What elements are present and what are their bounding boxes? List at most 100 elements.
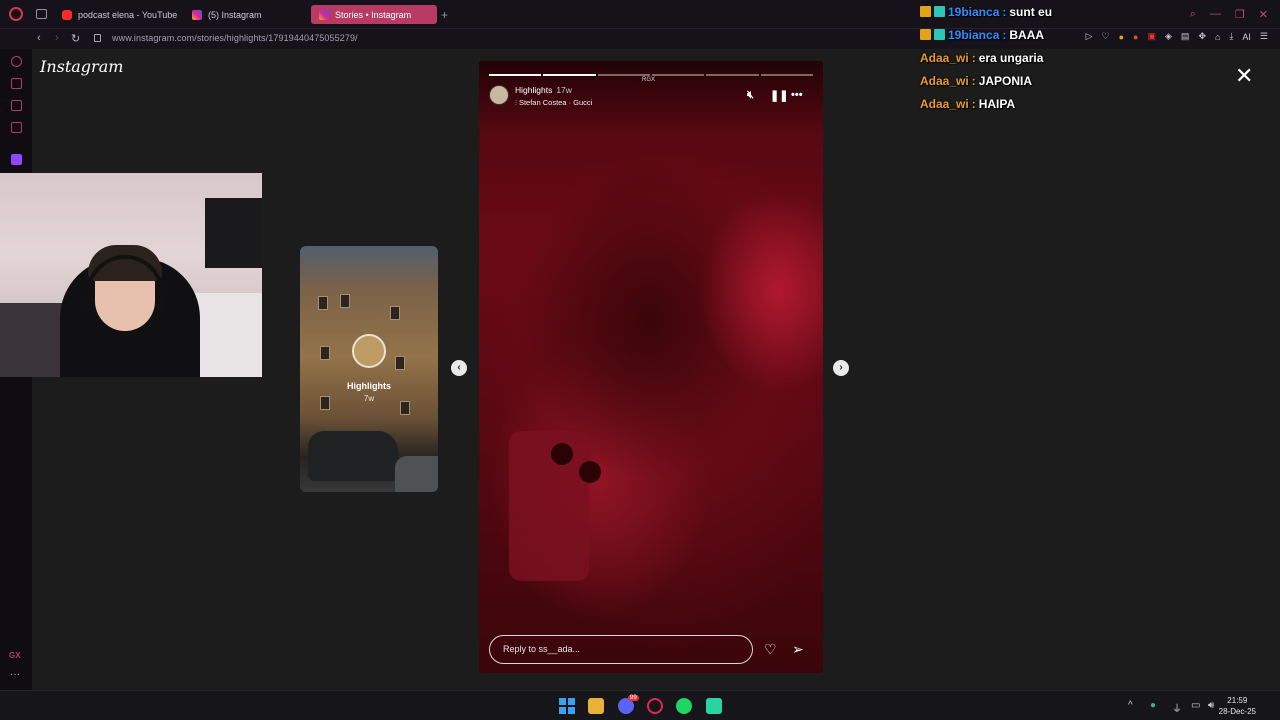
ai-icon[interactable]: AI <box>1242 32 1251 42</box>
pause-icon[interactable]: ❚❚ <box>770 89 788 102</box>
reply-input[interactable]: Reply to ss__ada... <box>489 635 753 664</box>
previous-story-preview[interactable]: Highlights 7w <box>300 246 438 492</box>
story-watermark: RGX <box>642 77 656 83</box>
chat-colon: : <box>1002 4 1007 19</box>
opera-gx-icon[interactable] <box>647 698 663 714</box>
send-icon[interactable]: ➢ <box>792 641 804 658</box>
extension-icon[interactable]: ● <box>1133 32 1138 42</box>
chat-text: sunt eu <box>1009 4 1053 19</box>
gx-label: GX <box>9 651 21 660</box>
story-avatar[interactable] <box>489 85 509 105</box>
chat-message: 19bianca: BAAA <box>920 23 1120 46</box>
tray-app-icon[interactable]: ● <box>1150 700 1156 711</box>
twitch-icon[interactable] <box>11 154 22 165</box>
like-heart-icon[interactable]: ♡ <box>764 641 777 658</box>
camera-lens <box>551 443 573 465</box>
chat-text: era ungaria <box>978 50 1044 65</box>
minimize-icon[interactable]: — <box>1210 8 1221 21</box>
gx-control-icon[interactable] <box>11 56 22 67</box>
story-username[interactable]: Highlights <box>515 85 552 95</box>
progress-fill <box>489 74 542 76</box>
file-explorer-icon[interactable] <box>588 698 604 714</box>
instagram-logo[interactable]: Instagram <box>40 57 123 76</box>
lock-icon[interactable]: ⌂ <box>1215 32 1220 42</box>
highlight-title: Highlights <box>347 381 391 391</box>
chat-message: Adaa_wi: JAPONIA <box>920 69 1120 92</box>
network-icon[interactable]: ▭ <box>1191 700 1200 711</box>
back-icon[interactable]: ‹ <box>37 32 41 44</box>
chat-message: Adaa_wi: era ungaria <box>920 46 1120 69</box>
tab-label: (5) Instagram <box>208 9 262 20</box>
progress-segment <box>706 74 759 76</box>
more-options-icon[interactable]: ••• <box>791 89 803 101</box>
highlight-avatar <box>352 334 386 368</box>
tab-label: Stories • Instagram <box>335 9 412 20</box>
tab-islands-icon[interactable] <box>36 9 47 19</box>
download-icon[interactable]: ⤓ <box>1229 31 1233 42</box>
reload-icon[interactable]: ↻ <box>71 32 80 45</box>
calendar-extension-icon[interactable]: ▣ <box>1147 31 1156 42</box>
clock-time: 21:59 <box>1227 696 1248 705</box>
tray-overflow-icon[interactable]: ^ <box>1128 700 1133 711</box>
maximize-icon[interactable]: ❐ <box>1235 8 1245 21</box>
sub-badge-icon <box>934 6 945 17</box>
tab-label: podcast elena - YouTube <box>78 9 178 20</box>
app-icon[interactable] <box>706 698 722 714</box>
chat-colon: : <box>971 50 976 65</box>
story-frame[interactable]: RGX Highlights 17w ⫶ Stefan Costea · Gucc… <box>479 61 823 673</box>
close-window-icon[interactable]: ✕ <box>1259 8 1268 21</box>
previous-story-arrow-icon[interactable]: ‹ <box>451 360 467 376</box>
new-tab-icon[interactable]: + <box>441 8 448 22</box>
sidebar-app-icon[interactable] <box>11 100 22 111</box>
progress-segment <box>760 74 813 76</box>
clock[interactable]: 21:59 28-Dec-25 <box>1219 695 1256 717</box>
opera-menu-icon[interactable] <box>9 7 23 21</box>
progress-segment <box>489 74 542 76</box>
story-music[interactable]: ⫶ Stefan Costea · Gucci <box>515 98 592 108</box>
preview-shade <box>300 246 438 492</box>
chat-username: 19bianca <box>948 4 1000 19</box>
chat-text: JAPONIA <box>978 73 1033 88</box>
chat-username: 19bianca <box>948 27 1000 42</box>
stream-chat-overlay: 19bianca: sunt eu 19bianca: BAAA Adaa_wi… <box>920 0 1120 115</box>
story-image <box>479 61 823 673</box>
microphone-icon[interactable]: ⏚ <box>1172 700 1182 715</box>
story-time: 17w <box>556 85 572 95</box>
lock-icon <box>94 34 101 42</box>
next-story-arrow-icon[interactable]: › <box>833 360 849 376</box>
tab-stories[interactable]: Stories • Instagram <box>311 5 437 24</box>
progress-fill <box>543 74 596 76</box>
window-controls: ⌕ — ❐ ✕ <box>1190 8 1268 21</box>
sidebar-app-icon[interactable] <box>11 78 22 89</box>
search-tabs-icon[interactable]: ⌕ <box>1190 8 1196 21</box>
menu-icon[interactable]: ☰ <box>1260 31 1268 42</box>
crown-badge-icon <box>920 29 931 40</box>
instagram-icon <box>192 9 202 20</box>
close-story-icon[interactable]: ✕ <box>1235 63 1253 89</box>
shield-icon[interactable]: ◈ <box>1165 31 1172 42</box>
progress-segment <box>651 74 705 76</box>
screen: podcast elena - YouTube (5) Instagram St… <box>0 0 1280 720</box>
windows-start-icon[interactable] <box>559 698 575 714</box>
mute-icon[interactable]: 🔇︎ <box>747 89 754 102</box>
phone-shape <box>509 431 589 581</box>
puzzle-icon[interactable]: ✥ <box>1198 31 1206 42</box>
chat-colon: : <box>971 73 976 88</box>
chat-message: Adaa_wi: HAIPA <box>920 92 1120 115</box>
reply-placeholder: Reply to ss__ada... <box>503 644 581 654</box>
chat-username: Adaa_wi <box>920 73 969 88</box>
more-icon[interactable]: ··· <box>10 669 20 680</box>
chat-message: 19bianca: sunt eu <box>920 0 1120 23</box>
chat-username: Adaa_wi <box>920 96 969 111</box>
url-field[interactable]: www.instagram.com/stories/highlights/179… <box>112 33 358 43</box>
wallet-icon[interactable]: ▤ <box>1181 31 1190 42</box>
volume-icon[interactable]: 🔊︎ <box>1208 700 1214 711</box>
spotify-icon[interactable] <box>676 698 692 714</box>
highlight-time: 7w <box>363 394 375 403</box>
tab-youtube[interactable]: podcast elena - YouTube <box>54 5 185 24</box>
forward-icon[interactable]: › <box>55 32 59 44</box>
tab-instagram[interactable]: (5) Instagram <box>184 5 270 24</box>
chat-text: BAAA <box>1009 27 1045 42</box>
sidebar-app-icon[interactable] <box>11 122 22 133</box>
story-progress-bar <box>489 74 813 76</box>
